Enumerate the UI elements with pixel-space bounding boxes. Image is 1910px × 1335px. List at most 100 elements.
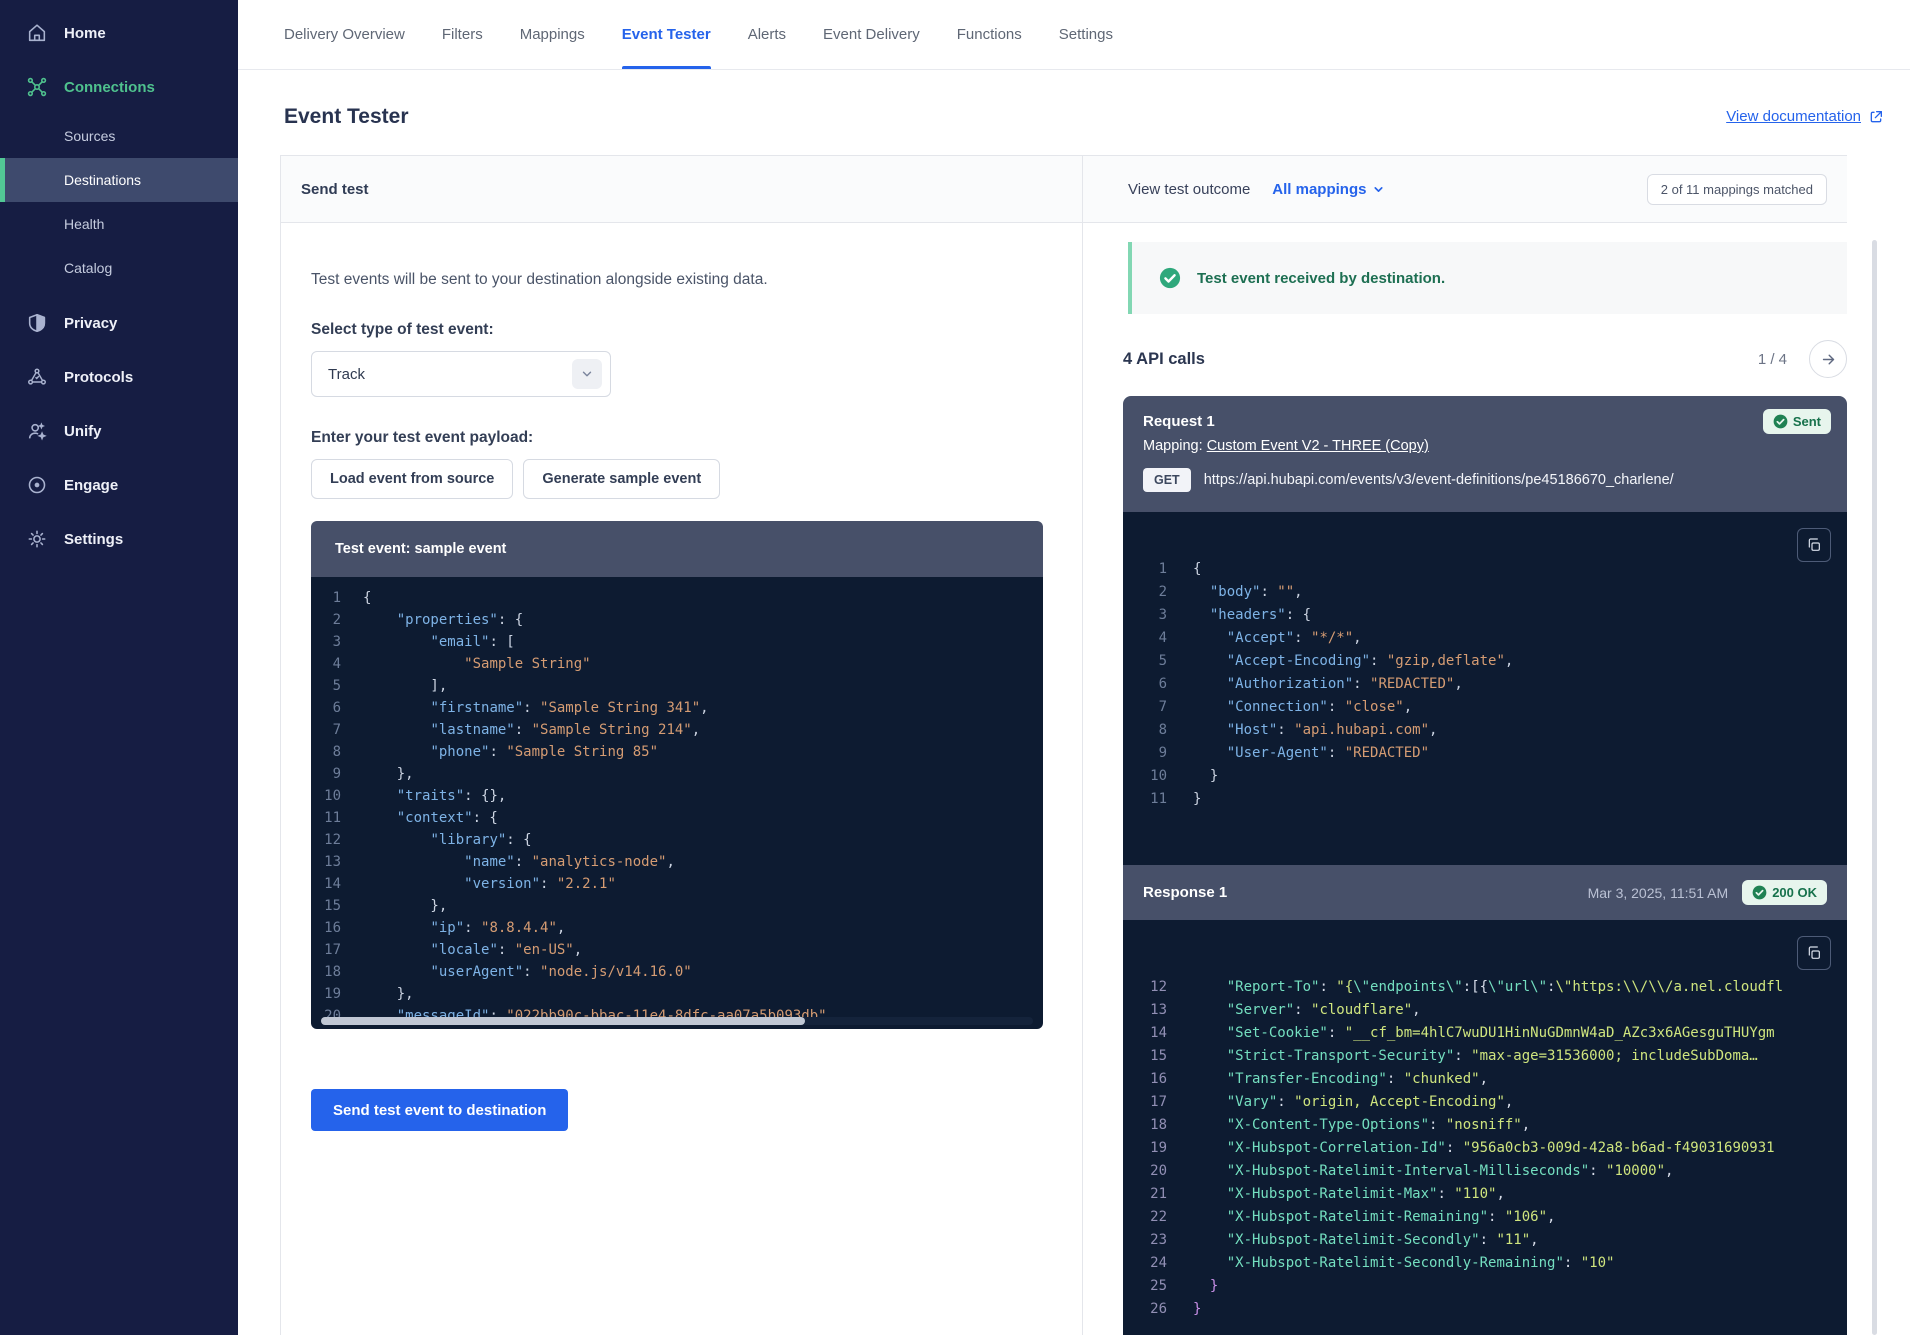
response-timestamp: Mar 3, 2025, 11:51 AM [1588, 885, 1729, 901]
code-line: 17 "Vary": "origin, Accept-Encoding", [1123, 1091, 1847, 1114]
send-test-event-button[interactable]: Send test event to destination [311, 1089, 568, 1131]
code-line: 16 "ip": "8.8.4.4", [311, 917, 1043, 939]
http-method-badge: GET [1143, 468, 1191, 492]
sidebar-item-catalog[interactable]: Catalog [0, 246, 238, 290]
code-line: 11} [1123, 788, 1847, 811]
connections-icon [26, 76, 48, 98]
sidebar-item-health[interactable]: Health [0, 202, 238, 246]
payload-buttons: Load event from source Generate sample e… [311, 459, 1042, 499]
sidebar-item-connections[interactable]: Connections [0, 60, 238, 114]
sidebar-item-settings[interactable]: Settings [0, 512, 238, 566]
tab-event-delivery[interactable]: Event Delivery [823, 0, 920, 69]
tab-event-tester[interactable]: Event Tester [622, 0, 711, 69]
request-header: Request 1 Sent Mapping: Custom Event V2 … [1123, 396, 1847, 512]
sidebar-item-unify[interactable]: Unify [0, 404, 238, 458]
sidebar-item-label: Privacy [64, 315, 117, 332]
event-type-label: Select type of test event: [311, 321, 1042, 339]
code-line: 8 "Host": "api.hubapi.com", [1123, 719, 1847, 742]
request-url-row: GET https://api.hubapi.com/events/v3/eve… [1143, 468, 1827, 492]
all-mappings-label: All mappings [1272, 181, 1366, 198]
code-line: 4 "Sample String" [311, 653, 1043, 675]
code-line: 13 "Server": "cloudflare", [1123, 999, 1847, 1022]
tab-settings[interactable]: Settings [1059, 0, 1113, 69]
tab-functions[interactable]: Functions [957, 0, 1022, 69]
engage-icon [26, 474, 48, 496]
home-icon [26, 22, 48, 44]
sidebar-item-sources[interactable]: Sources [0, 114, 238, 158]
code-line: 17 "locale": "en-US", [311, 939, 1043, 961]
code-line: 21 "X-Hubspot-Ratelimit-Max": "110", [1123, 1183, 1847, 1206]
code-line: 1{ [1123, 558, 1847, 581]
chevron-down-icon [1372, 183, 1385, 196]
code-line: 2 "body": "", [1123, 581, 1847, 604]
code-line: 19 "X-Hubspot-Correlation-Id": "956a0cb3… [1123, 1137, 1847, 1160]
sidebar-item-label: Sources [64, 128, 115, 144]
code-line: 4 "Accept": "*/*", [1123, 627, 1847, 650]
success-message: Test event received by destination. [1197, 270, 1445, 287]
code-line: 14 "Set-Cookie": "__cf_bm=4hlC7wuDU1HinN… [1123, 1022, 1847, 1045]
event-type-select[interactable]: Track [311, 351, 611, 397]
code-line: 7 "Connection": "close", [1123, 696, 1847, 719]
sidebar-item-destinations[interactable]: Destinations [0, 158, 238, 202]
page-scrollbar[interactable] [1872, 240, 1877, 1335]
scrollbar-thumb[interactable] [321, 1017, 805, 1025]
api-calls-title: 4 API calls [1123, 350, 1205, 369]
event-type-value: Track [328, 366, 365, 383]
sidebar-item-label: Engage [64, 477, 118, 494]
payload-editor-code[interactable]: 1{2 "properties": {3 "email": [4 "Sample… [311, 577, 1043, 1029]
page-title: Event Tester [284, 105, 409, 129]
payload-editor-title: Test event: sample event [311, 521, 1043, 577]
sidebar-item-privacy[interactable]: Privacy [0, 296, 238, 350]
send-test-title: Send test [301, 181, 369, 198]
unify-icon [26, 420, 48, 442]
code-line: 18 "userAgent": "node.js/v14.16.0" [311, 961, 1043, 983]
copy-request-button[interactable] [1797, 528, 1831, 562]
mappings-matched-badge: 2 of 11 mappings matched [1647, 174, 1827, 205]
code-line: 10 } [1123, 765, 1847, 788]
copy-icon [1806, 945, 1822, 961]
code-line: 25 } [1123, 1275, 1847, 1298]
send-test-header: Send test [281, 156, 1082, 223]
page-header: Event Tester View documentation [238, 70, 1910, 155]
tab-bar: Delivery Overview Filters Mappings Event… [238, 0, 1910, 70]
code-line: 23 "X-Hubspot-Ratelimit-Secondly": "11", [1123, 1229, 1847, 1252]
code-line: 5 ], [311, 675, 1043, 697]
request-code[interactable]: 1{2 "body": "",3 "headers": {4 "Accept":… [1123, 512, 1847, 865]
view-documentation-label: View documentation [1726, 108, 1861, 125]
code-line: 26} [1123, 1298, 1847, 1321]
code-line: 24 "X-Hubspot-Ratelimit-Secondly-Remaini… [1123, 1252, 1847, 1275]
generate-sample-button[interactable]: Generate sample event [523, 459, 720, 499]
tab-mappings[interactable]: Mappings [520, 0, 585, 69]
success-banner: Test event received by destination. [1128, 242, 1847, 314]
mapping-line: Mapping: Custom Event V2 - THREE (Copy) [1143, 438, 1827, 454]
horizontal-scrollbar[interactable] [321, 1017, 1033, 1025]
tab-alerts[interactable]: Alerts [748, 0, 786, 69]
sidebar-item-home[interactable]: Home [0, 6, 238, 60]
code-line: 19 }, [311, 983, 1043, 1005]
view-test-outcome-label: View test outcome [1128, 181, 1250, 198]
sidebar-item-label: Health [64, 216, 104, 232]
mapping-link[interactable]: Custom Event V2 - THREE (Copy) [1207, 438, 1429, 454]
copy-response-button[interactable] [1797, 936, 1831, 970]
all-mappings-dropdown[interactable]: All mappings [1272, 181, 1385, 198]
next-call-button[interactable] [1809, 340, 1847, 378]
code-line: 11 "context": { [311, 807, 1043, 829]
code-line: 3 "email": [ [311, 631, 1043, 653]
sidebar-item-protocols[interactable]: Protocols [0, 350, 238, 404]
view-documentation-link[interactable]: View documentation [1726, 108, 1884, 125]
mapping-label: Mapping: [1143, 438, 1203, 454]
code-line: 12 "library": { [311, 829, 1043, 851]
sidebar-item-label: Protocols [64, 369, 133, 386]
sidebar-item-engage[interactable]: Engage [0, 458, 238, 512]
response-code[interactable]: 12 "Report-To": "{\"endpoints\":[{\"url\… [1123, 920, 1847, 1335]
sidebar-item-label: Home [64, 25, 106, 42]
request-url: https://api.hubapi.com/events/v3/event-d… [1204, 472, 1674, 488]
code-line: 15 }, [311, 895, 1043, 917]
external-link-icon [1868, 109, 1884, 125]
response-status-label: 200 OK [1772, 885, 1817, 900]
tab-delivery-overview[interactable]: Delivery Overview [284, 0, 405, 69]
load-event-button[interactable]: Load event from source [311, 459, 513, 499]
sent-status-badge: Sent [1763, 409, 1831, 434]
tab-filters[interactable]: Filters [442, 0, 483, 69]
request-body: 1{2 "body": "",3 "headers": {4 "Accept":… [1123, 512, 1847, 865]
